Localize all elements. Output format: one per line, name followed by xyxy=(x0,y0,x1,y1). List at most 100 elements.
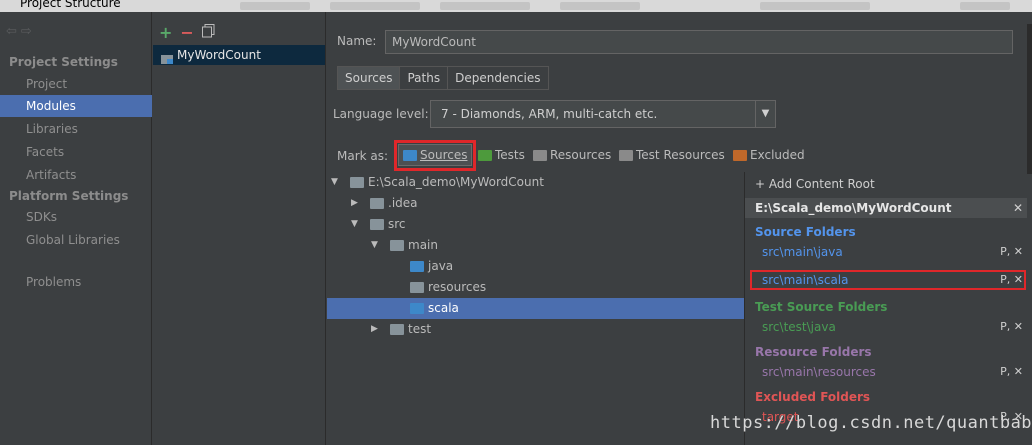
background-tab xyxy=(960,2,1010,10)
mark-excluded-label: Excluded xyxy=(750,148,805,162)
add-module-button[interactable]: + xyxy=(159,23,172,42)
tree-row[interactable]: ▼ main xyxy=(327,235,744,256)
mark-excluded-button[interactable]: Excluded xyxy=(733,144,805,166)
content-root-path: E:\Scala_demo\MyWordCount xyxy=(755,201,952,215)
expand-arrow-icon[interactable]: ▶ xyxy=(351,193,358,214)
chevron-down-icon[interactable]: ▼ xyxy=(755,101,775,127)
entry-actions-icon[interactable]: P, ✕ xyxy=(1000,243,1023,261)
close-icon[interactable]: ✕ xyxy=(1013,198,1023,218)
highlight-scala-entry xyxy=(750,270,1026,290)
nav-item-facets[interactable]: Facets xyxy=(0,141,152,163)
expand-arrow-icon[interactable]: ▼ xyxy=(371,235,378,256)
nav-item-project[interactable]: Project xyxy=(0,73,152,95)
folder-icon xyxy=(370,198,384,209)
folder-entry-path: src\main\resources xyxy=(762,365,876,379)
language-level-select[interactable]: 7 - Diamonds, ARM, multi-catch etc. ▼ xyxy=(430,100,776,128)
source-folders-title: Source Folders xyxy=(755,225,856,239)
window-title: Project Structure xyxy=(20,0,121,10)
remove-module-button[interactable]: − xyxy=(180,23,193,42)
folder-entry[interactable]: src\test\java P, ✕ xyxy=(745,318,1027,336)
nav-item-problems[interactable]: Problems xyxy=(0,271,152,293)
tree-row-label: test xyxy=(408,322,432,336)
folder-icon xyxy=(390,324,404,335)
test-resources-folder-icon xyxy=(619,149,633,161)
tree-row[interactable]: ▶ test xyxy=(327,319,744,340)
module-toolbar: + − xyxy=(159,22,215,42)
module-list-panel: + − MyWordCount xyxy=(153,12,326,445)
nav-item-modules[interactable]: Modules xyxy=(0,95,152,117)
editor-tabs: Sources Paths Dependencies xyxy=(337,66,549,90)
background-tab xyxy=(240,2,310,10)
nav-item-global-libraries[interactable]: Global Libraries xyxy=(0,229,152,251)
folder-entry[interactable]: src\main\java P, ✕ xyxy=(745,243,1027,261)
resource-folder-icon xyxy=(410,282,424,293)
forward-arrow-icon[interactable]: ⇨ xyxy=(21,24,36,39)
module-folder-icon xyxy=(161,50,173,64)
scrollbar[interactable] xyxy=(1027,24,1032,174)
nav-arrows: ⇦⇨ xyxy=(6,24,36,39)
tree-row[interactable]: ▶ .idea xyxy=(327,193,744,214)
tree-row[interactable]: resources xyxy=(327,277,744,298)
nav-section-project-settings: Project Settings xyxy=(9,55,118,69)
mark-resources-label: Resources xyxy=(550,148,612,162)
resource-folders-title: Resource Folders xyxy=(755,345,872,359)
background-tab xyxy=(760,2,870,10)
background-tab xyxy=(440,2,530,10)
folder-icon xyxy=(370,219,384,230)
background-tab xyxy=(330,2,420,10)
mark-resources-button[interactable]: Resources xyxy=(533,144,611,166)
tests-folder-icon xyxy=(478,149,492,161)
folder-icon xyxy=(390,240,404,251)
tree-row-label: .idea xyxy=(388,196,418,210)
highlight-sources-button xyxy=(394,140,476,171)
back-arrow-icon[interactable]: ⇦ xyxy=(6,24,21,39)
nav-section-platform-settings: Platform Settings xyxy=(9,189,129,203)
test-source-folders-title: Test Source Folders xyxy=(755,300,888,314)
mark-tests-button[interactable]: Tests xyxy=(478,144,525,166)
module-item-mywordcount[interactable]: MyWordCount xyxy=(153,45,325,65)
mark-test-resources-label: Test Resources xyxy=(636,148,725,162)
nav-item-artifacts[interactable]: Artifacts xyxy=(0,164,152,186)
tab-paths[interactable]: Paths xyxy=(400,66,449,90)
entry-actions-icon[interactable]: P, ✕ xyxy=(1000,363,1023,381)
expand-arrow-icon[interactable]: ▶ xyxy=(371,319,378,340)
name-field[interactable]: MyWordCount xyxy=(385,30,1013,54)
tab-dependencies[interactable]: Dependencies xyxy=(448,66,549,90)
nav-item-sdks[interactable]: SDKs xyxy=(0,206,152,228)
folder-entry-path: src\test\java xyxy=(762,320,836,334)
tree-row-label: java xyxy=(428,259,454,273)
directory-tree: ▼ E:\Scala_demo\MyWordCount ▶ .idea ▼ sr… xyxy=(327,172,744,445)
tree-row-label: src xyxy=(388,217,406,231)
mark-tests-label: Tests xyxy=(495,148,525,162)
expand-arrow-icon[interactable]: ▼ xyxy=(331,172,338,193)
tree-row[interactable]: java xyxy=(327,256,744,277)
nav-item-libraries[interactable]: Libraries xyxy=(0,118,152,140)
add-content-root-button[interactable]: + Add Content Root xyxy=(755,177,875,191)
excluded-folders-title: Excluded Folders xyxy=(755,390,871,404)
mark-test-resources-button[interactable]: Test Resources xyxy=(619,144,725,166)
tree-row-selected[interactable]: scala xyxy=(327,298,744,319)
tree-row-label: E:\Scala_demo\MyWordCount xyxy=(368,175,544,189)
watermark: https://blog.csdn.net/quantbaby xyxy=(710,413,1032,433)
content-roots-panel: + Add Content Root E:\Scala_demo\MyWordC… xyxy=(744,172,1032,445)
mark-as-label: Mark as: xyxy=(337,149,389,163)
entry-actions-icon[interactable]: P, ✕ xyxy=(1000,318,1023,336)
tree-row-label: resources xyxy=(428,280,487,294)
folder-entry[interactable]: src\main\resources P, ✕ xyxy=(745,363,1027,381)
tree-row[interactable]: ▼ src xyxy=(327,214,744,235)
settings-nav: ⇦⇨ Project Settings Project Modules Libr… xyxy=(0,12,152,445)
source-folder-icon xyxy=(410,303,424,314)
name-label: Name: xyxy=(337,34,377,48)
resources-folder-icon xyxy=(533,149,547,161)
tree-row-label: scala xyxy=(428,301,459,315)
module-item-label: MyWordCount xyxy=(177,48,261,62)
folder-icon xyxy=(350,177,364,188)
source-folder-icon xyxy=(410,261,424,272)
tree-row-label: main xyxy=(408,238,438,252)
tree-row[interactable]: ▼ E:\Scala_demo\MyWordCount xyxy=(327,172,744,193)
language-level-label: Language level: xyxy=(333,107,429,121)
copy-icon[interactable] xyxy=(201,23,215,42)
expand-arrow-icon[interactable]: ▼ xyxy=(351,214,358,235)
tab-sources[interactable]: Sources xyxy=(337,66,401,90)
folder-entry-path: src\main\java xyxy=(762,245,843,259)
